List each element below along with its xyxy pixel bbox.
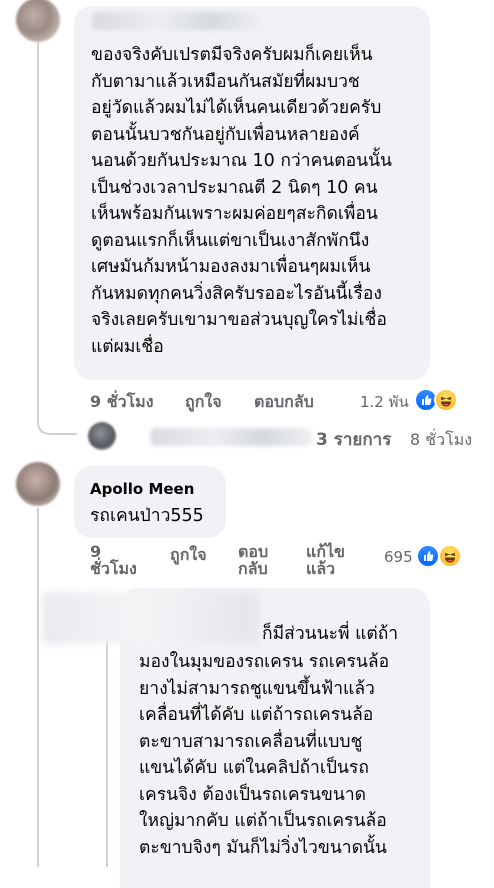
like-button[interactable]: ถูกใจ (170, 543, 207, 568)
reply-label-1: ตอบ (238, 542, 269, 561)
comment-text-first-line: ก็มีส่วนนะพี่ แต่ถ้า (262, 624, 399, 644)
reply-label-2: กลับ (238, 559, 268, 578)
reaction-count[interactable]: 1.2 พัน (360, 390, 409, 414)
edited-label-1: แก้ไข (306, 542, 345, 561)
reaction-count[interactable]: 695 (384, 548, 413, 566)
avatar[interactable] (16, 0, 60, 42)
blurred-region (42, 592, 258, 644)
like-button[interactable]: ถูกใจ (185, 390, 222, 415)
comment-text: มองในมุมของรถเครน รถเครนล้อ ยางไม่สามารถ… (139, 652, 390, 858)
thread-line (37, 42, 39, 414)
edited-label: แก้ไข แล้ว (306, 543, 345, 577)
edited-label-2: แล้ว (306, 559, 336, 578)
replies-time: 8 ชั่วโมง (410, 430, 473, 449)
haha-icon[interactable] (434, 388, 458, 412)
author-name-blurred[interactable] (92, 12, 262, 30)
reply-button[interactable]: ตอบกลับ (254, 390, 314, 415)
time-value: 9 (90, 542, 102, 561)
comment-text: ของจริงคับเปรตมีจริงครับผมก็เคยเห็น กับต… (91, 45, 393, 357)
reply-button[interactable]: ตอบ กลับ (238, 543, 268, 577)
comment-author[interactable]: Apollo Meen (90, 480, 194, 498)
thread-line (37, 508, 39, 867)
haha-icon[interactable] (438, 544, 462, 568)
reply-author-blurred[interactable] (150, 428, 312, 446)
time-unit: ชั่วโมง (90, 559, 137, 578)
thread-connector (37, 410, 77, 435)
comment-time[interactable]: 9 ชั่วโมง (90, 390, 154, 415)
reply-avatar[interactable] (88, 422, 116, 450)
view-replies-link[interactable]: 3 รายการ (316, 426, 391, 453)
avatar[interactable] (16, 462, 60, 506)
comment-text: รถเคนป่าว555 (90, 506, 204, 526)
comment-time[interactable]: 9 ชั่วโมง (90, 543, 137, 577)
like-icon[interactable] (416, 544, 440, 568)
